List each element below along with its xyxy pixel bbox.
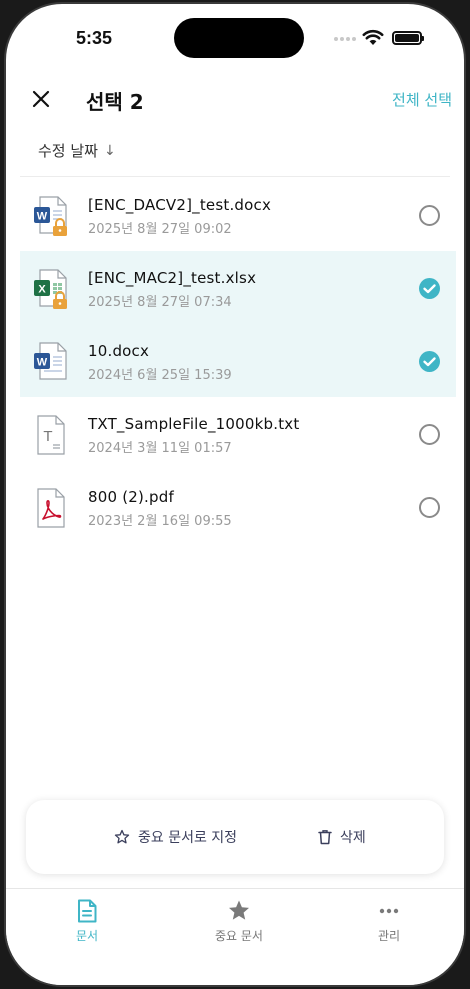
trash-icon bbox=[318, 830, 332, 845]
tab-documents[interactable]: 문서 bbox=[42, 899, 132, 944]
phone-screen: HD 5:35 선택 2 전체 선택 수정 날짜 ↓ W [ENC_DACV2]… bbox=[4, 2, 466, 987]
svg-text:W: W bbox=[37, 211, 48, 223]
tab-label: 관리 bbox=[377, 929, 401, 943]
word-file-icon: W bbox=[34, 342, 67, 380]
tab-manage[interactable]: 관리 bbox=[344, 899, 434, 944]
document-icon bbox=[78, 899, 97, 923]
file-name: [ENC_DACV2]_test.docx bbox=[88, 196, 272, 214]
close-button[interactable] bbox=[26, 84, 56, 114]
select-radio[interactable] bbox=[419, 497, 440, 518]
file-name: [ENC_MAC2]_test.xlsx bbox=[88, 269, 257, 287]
cellular-signal-icon bbox=[334, 37, 356, 41]
file-row[interactable]: 800 (2).pdf 2023년 2월 16일 09:55 bbox=[20, 470, 456, 543]
file-row[interactable]: X [ENC_MAC2]_test.xlsx 2025년 8월 27일 07:3… bbox=[20, 251, 456, 324]
status-bar: 5:35 bbox=[6, 4, 464, 74]
mark-important-label: 중요 문서로 지정 bbox=[138, 830, 238, 846]
file-date: 2023년 2월 16일 09:55 bbox=[88, 514, 232, 529]
tab-bar: 문서 중요 문서 관리 bbox=[6, 888, 464, 985]
select-radio[interactable] bbox=[419, 205, 440, 226]
tab-label: 중요 문서 bbox=[215, 929, 263, 943]
dynamic-island bbox=[174, 18, 304, 58]
selection-action-bar: 중요 문서로 지정 삭제 bbox=[26, 800, 444, 874]
select-radio-checked[interactable] bbox=[419, 351, 440, 372]
file-date: 2024년 6월 25일 15:39 bbox=[88, 368, 232, 383]
checkmark-icon bbox=[423, 357, 436, 367]
sort-arrow-icon: ↓ bbox=[103, 142, 116, 159]
more-icon bbox=[379, 908, 399, 914]
file-row[interactable]: W [ENC_DACV2]_test.docx 2025년 8월 27일 09:… bbox=[20, 178, 456, 251]
file-date: 2025년 8월 27일 07:34 bbox=[88, 295, 232, 310]
select-radio[interactable] bbox=[419, 424, 440, 445]
file-date: 2024년 3월 11일 01:57 bbox=[88, 441, 232, 456]
file-name: 10.docx bbox=[88, 342, 150, 360]
word-file-locked-icon: W bbox=[34, 196, 67, 236]
delete-button[interactable]: 삭제 bbox=[318, 827, 366, 847]
svg-text:W: W bbox=[37, 357, 48, 369]
file-row[interactable]: W 10.docx 2024년 6월 25일 15:39 bbox=[20, 324, 456, 397]
battery-icon bbox=[392, 31, 424, 45]
mark-important-button[interactable]: 중요 문서로 지정 bbox=[114, 827, 237, 847]
file-name: 800 (2).pdf bbox=[88, 488, 174, 506]
file-name: TXT_SampleFile_1000kb.txt bbox=[88, 415, 300, 433]
tab-label: 문서 bbox=[75, 929, 99, 943]
tab-important-documents[interactable]: 중요 문서 bbox=[194, 899, 284, 944]
sort-button[interactable]: 수정 날짜 ↓ bbox=[38, 140, 116, 161]
svg-text:X: X bbox=[38, 284, 46, 296]
select-radio-checked[interactable] bbox=[419, 278, 440, 299]
wifi-icon bbox=[362, 29, 384, 45]
status-time: 5:35 bbox=[76, 28, 113, 48]
page-title: 선택 2 bbox=[86, 90, 144, 114]
pdf-file-icon bbox=[37, 488, 65, 528]
file-date: 2025년 8월 27일 09:02 bbox=[88, 222, 232, 237]
star-outline-icon bbox=[114, 829, 130, 844]
svg-text:T: T bbox=[43, 428, 52, 445]
file-row[interactable]: T TXT_SampleFile_1000kb.txt 2024년 3월 11일… bbox=[20, 397, 456, 470]
text-file-icon: T bbox=[37, 415, 65, 455]
checkmark-icon bbox=[423, 284, 436, 294]
delete-label: 삭제 bbox=[340, 830, 366, 846]
excel-file-locked-icon: X bbox=[34, 269, 67, 309]
header: 선택 2 전체 선택 bbox=[6, 74, 464, 124]
select-all-button[interactable]: 전체 선택 bbox=[392, 89, 452, 110]
file-list: W [ENC_DACV2]_test.docx 2025년 8월 27일 09:… bbox=[20, 178, 456, 543]
divider bbox=[20, 176, 450, 177]
close-icon bbox=[32, 90, 50, 108]
star-icon bbox=[229, 900, 249, 920]
sort-label: 수정 날짜 bbox=[38, 142, 98, 160]
